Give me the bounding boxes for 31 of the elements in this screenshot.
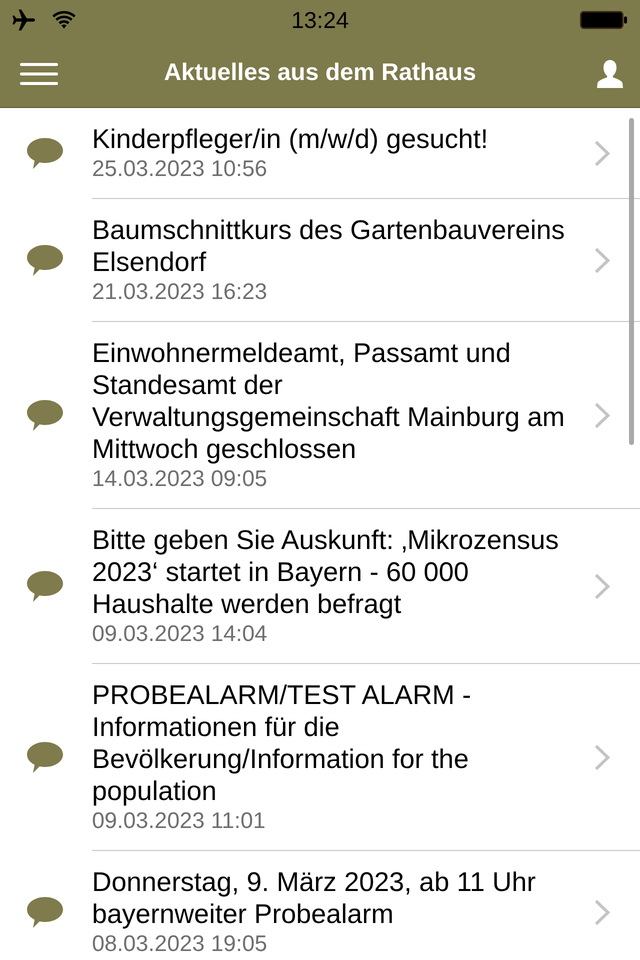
news-date: 25.03.2023 10:56 xyxy=(92,155,268,183)
chevron-right-icon xyxy=(594,402,610,428)
speech-bubble-icon xyxy=(27,571,63,602)
news-date: 08.03.2023 19:05 xyxy=(92,930,268,958)
news-title: Donnerstag, 9. März 2023, ab 11 Uhr bayernweiter Probealarm xyxy=(92,866,537,930)
news-title: Einwohnermeldeamt, Passamt und Standesamt der Verwaltungsgemeinschaft Mainburg am Mittwoch geschlossen xyxy=(92,337,566,465)
wifi-icon xyxy=(52,11,76,29)
chevron-right-icon xyxy=(594,744,610,770)
page-title: Aktuelles aus dem Rathaus xyxy=(164,59,476,88)
news-date: 09.03.2023 14:04 xyxy=(92,620,268,648)
news-date: 14.03.2023 09:05 xyxy=(92,465,268,493)
menu-button[interactable] xyxy=(20,62,58,84)
chevron-right-icon xyxy=(594,898,610,926)
chevron-right-icon xyxy=(594,246,610,274)
news-date: 09.03.2023 11:01 xyxy=(92,807,266,835)
user-profile-button[interactable] xyxy=(594,58,626,90)
speech-bubble-icon xyxy=(27,245,63,276)
news-date: 21.03.2023 16:23 xyxy=(92,278,268,306)
speech-bubble-icon xyxy=(27,897,63,928)
news-title: Kinderpfleger/in (m/w/d) gesucht! xyxy=(92,123,490,155)
speech-bubble-icon xyxy=(27,138,63,169)
chevron-right-icon xyxy=(594,572,610,600)
speech-bubble-icon xyxy=(27,400,63,431)
chevron-right-icon xyxy=(594,140,610,166)
battery-icon xyxy=(580,11,628,29)
status-time: 13:24 xyxy=(291,8,349,32)
speech-bubble-icon xyxy=(27,742,63,773)
news-title: Baumschnittkurs des Gartenbauvereins Elsendorf xyxy=(92,214,566,278)
news-title: Bitte geben Sie Auskunft: ‚Mikrozensus 2023‘ startet in Bayern - 60 000 Haushalte werden befragt xyxy=(92,524,560,620)
airplane-icon xyxy=(12,9,36,31)
news-title: PROBEALARM/TEST ALARM - Informationen für die Bevölkerung/Information for the population xyxy=(92,679,472,807)
